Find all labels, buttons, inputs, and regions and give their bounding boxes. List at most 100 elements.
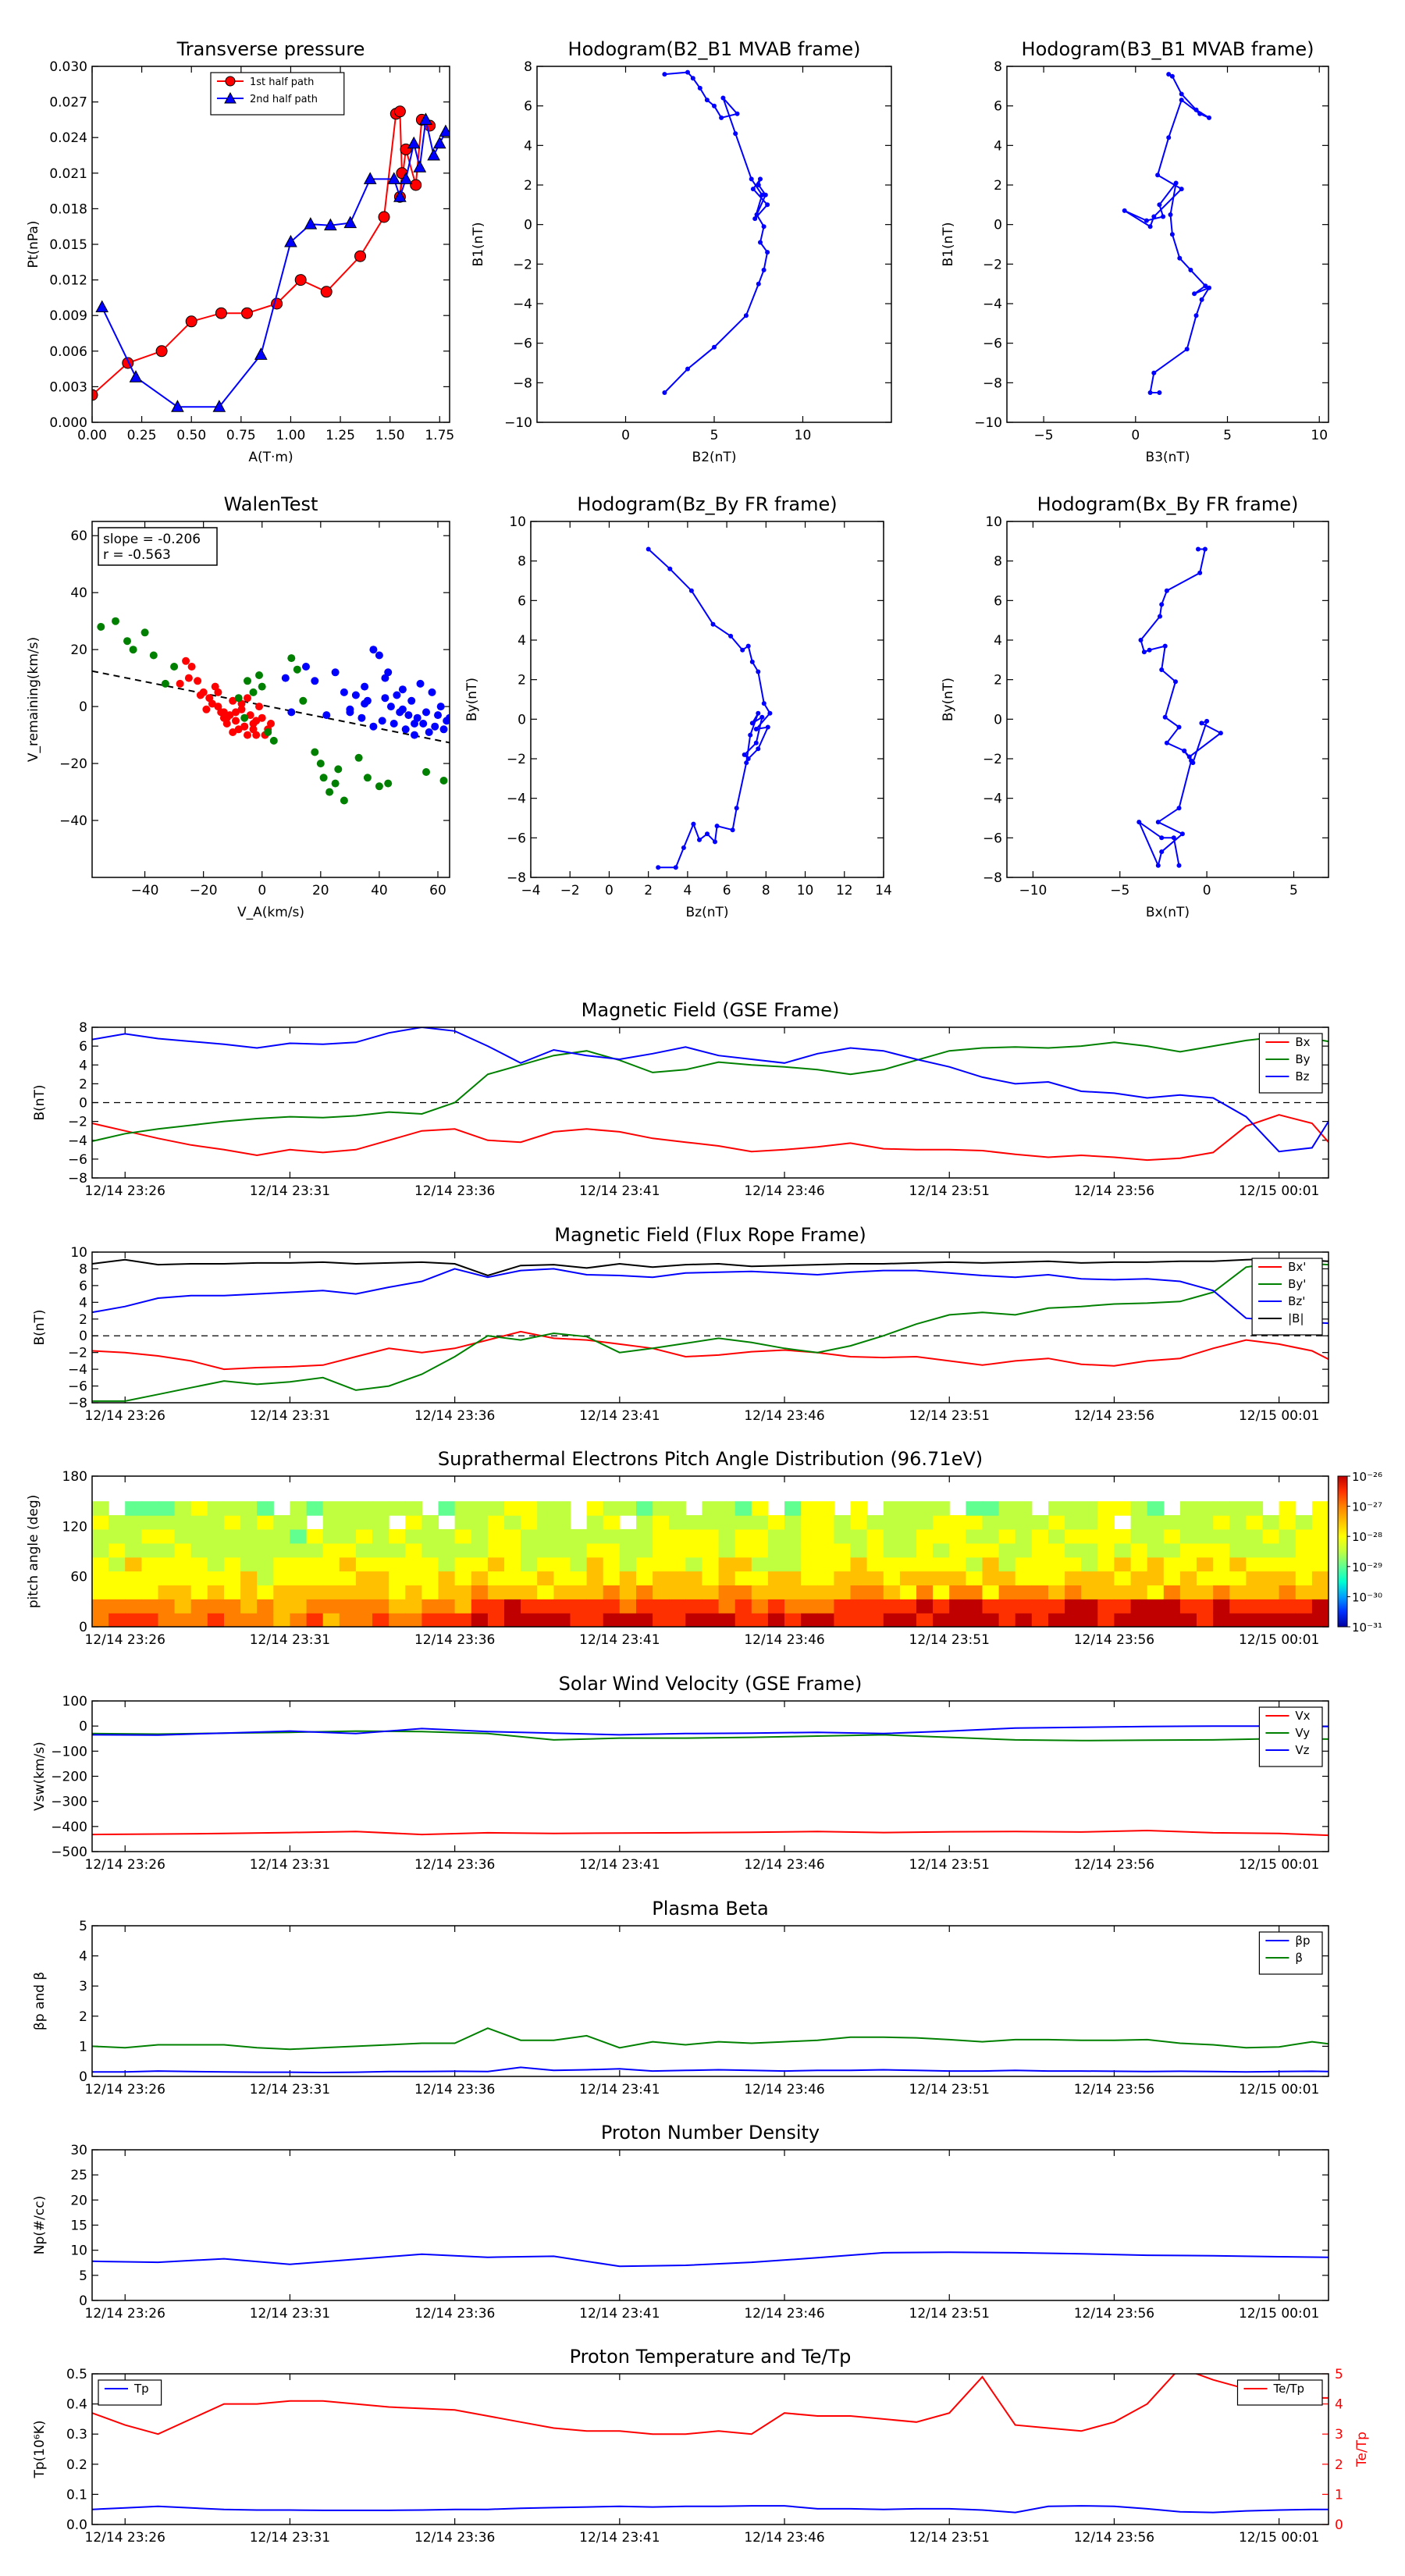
data-point [401, 725, 410, 734]
heatmap-cell [125, 1528, 142, 1544]
heatmap-cell [355, 1501, 373, 1516]
heatmap-cell [850, 1528, 868, 1544]
x-tick-label: 60 [429, 883, 446, 898]
heatmap-cell [158, 1501, 176, 1516]
y-tick-label: 6 [79, 1279, 87, 1294]
chart-title: WalenTest [224, 493, 318, 515]
heatmap-cell [570, 1542, 588, 1558]
heatmap-cell [521, 1585, 538, 1599]
x-tick-label: −5 [1110, 883, 1129, 898]
heatmap-cell [933, 1585, 950, 1599]
heatmap-cell [998, 1501, 1016, 1516]
data-point [264, 728, 272, 736]
data-point [753, 740, 759, 745]
heatmap-cell [702, 1613, 720, 1627]
x-tick-label: −5 [1034, 428, 1054, 443]
heatmap-cell [224, 1585, 241, 1599]
data-point [1169, 232, 1175, 237]
heatmap-cell [1311, 1571, 1329, 1585]
data-point [97, 623, 105, 631]
heatmap-cell [702, 1557, 720, 1572]
heatmap-cell [702, 1501, 720, 1516]
x-tick-label: 12/14 23:26 [85, 2530, 165, 2546]
heatmap-cell [1031, 1542, 1049, 1558]
heatmap-cell [1262, 1542, 1280, 1558]
heatmap-cell [487, 1542, 505, 1558]
heatmap-cell [636, 1585, 653, 1599]
heatmap-cell [487, 1515, 505, 1530]
data-point [765, 202, 770, 208]
x-tick-label: 10 [795, 428, 812, 443]
heatmap-cell [653, 1571, 670, 1585]
heatmap-cell [553, 1613, 571, 1627]
heatmap-cell [372, 1557, 389, 1572]
y-tick-label: 0.027 [49, 95, 87, 111]
heatmap-cell [982, 1599, 1000, 1614]
x-tick-label: 0 [1203, 883, 1211, 898]
y-tick-label: 0 [524, 218, 532, 233]
heatmap-cell [1048, 1501, 1065, 1516]
x-tick-label: 12/14 23:26 [85, 1857, 165, 1873]
heatmap-cell [1130, 1557, 1148, 1572]
heatmap-cell [1065, 1542, 1082, 1558]
chart-title: Transverse pressure [176, 38, 365, 60]
heatmap-cell [1065, 1515, 1082, 1530]
heatmap-cell [1246, 1613, 1264, 1627]
heatmap-cell [636, 1501, 653, 1516]
y-tick-label: 0.003 [49, 379, 87, 395]
heatmap-cell [1213, 1585, 1230, 1599]
data-point [1193, 313, 1199, 318]
heatmap-cell [933, 1515, 950, 1530]
heatmap-cell [603, 1528, 621, 1544]
y-tick-label: 0 [994, 218, 1002, 233]
x-tick-label: 12/14 23:31 [250, 1857, 330, 1873]
x-tick-label: 12/14 23:51 [909, 2306, 990, 2322]
x-tick-label: 12/14 23:31 [250, 1183, 330, 1199]
heatmap-cell [1163, 1542, 1181, 1558]
heatmap-cell [949, 1542, 966, 1558]
heatmap-cell [998, 1557, 1016, 1572]
heatmap-cell [521, 1613, 538, 1627]
heatmap-cell [487, 1599, 505, 1614]
heatmap-cell [653, 1515, 670, 1530]
data-point [346, 708, 354, 717]
heatmap-cell [504, 1599, 521, 1614]
heatmap-cell [586, 1542, 604, 1558]
heatmap-cell [702, 1542, 720, 1558]
heatmap-cell [1015, 1515, 1033, 1530]
x-tick-label: −10 [1019, 883, 1047, 898]
data-point [754, 212, 759, 217]
legend-label: By' [1288, 1277, 1306, 1291]
y-tick-label: 1 [79, 2039, 87, 2055]
y-tick-label: 180 [62, 1469, 87, 1485]
heatmap-cell [471, 1571, 489, 1585]
heatmap-cell [801, 1599, 818, 1614]
y-tick-label: 3 [79, 1979, 87, 1994]
heatmap-cell [735, 1515, 752, 1530]
heatmap-cell [1048, 1613, 1065, 1627]
data-point [1166, 72, 1172, 77]
heatmap-cell [702, 1571, 720, 1585]
data-point [411, 720, 418, 728]
y-tick-label: 4 [524, 138, 532, 154]
heatmap-cell [817, 1557, 834, 1572]
data-point [255, 703, 263, 711]
heatmap-cell [504, 1585, 521, 1599]
heatmap-cell [240, 1515, 258, 1530]
x-tick-label: 12/14 23:31 [250, 2306, 330, 2322]
data-point [249, 720, 258, 728]
y-tick-label: −8 [68, 1171, 87, 1187]
heatmap-cell [1147, 1599, 1165, 1614]
data-point [685, 69, 690, 75]
heatmap-cell [653, 1585, 670, 1599]
heatmap-cell [801, 1613, 818, 1627]
heatmap-cell [438, 1585, 456, 1599]
heatmap-cell [1081, 1613, 1098, 1627]
heatmap-cell [653, 1542, 670, 1558]
heatmap-cell [389, 1571, 406, 1585]
heatmap-cell [141, 1613, 159, 1627]
data-point [1141, 649, 1147, 655]
heatmap-cell [125, 1599, 142, 1614]
series-line [92, 2066, 1329, 2074]
series-line [92, 1268, 1329, 1325]
